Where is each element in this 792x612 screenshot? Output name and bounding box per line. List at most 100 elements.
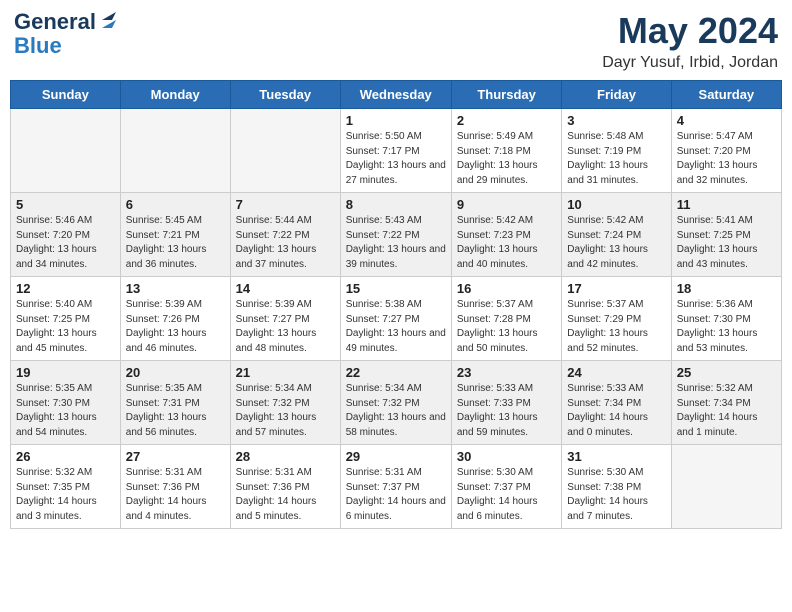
day-number: 26 bbox=[16, 449, 115, 464]
title-block: May 2024 Dayr Yusuf, Irbid, Jordan bbox=[602, 10, 778, 72]
day-info: Sunrise: 5:34 AMSunset: 7:32 PMDaylight:… bbox=[346, 382, 446, 440]
day-info: Sunrise: 5:37 AMSunset: 7:29 PMDaylight:… bbox=[567, 298, 665, 356]
day-number: 31 bbox=[567, 449, 665, 464]
calendar-cell bbox=[230, 109, 340, 193]
calendar-cell: 8Sunrise: 5:43 AMSunset: 7:22 PMDaylight… bbox=[340, 193, 451, 277]
calendar-cell: 7 Sunrise: 5:44 AMSunset: 7:22 PMDaylight… bbox=[230, 193, 340, 277]
day-info: Sunrise: 5:39 AMSunset: 7:26 PMDaylight:… bbox=[126, 298, 225, 356]
weekday-header: Saturday bbox=[671, 81, 781, 109]
calendar-cell bbox=[671, 445, 781, 529]
calendar-cell: 17 Sunrise: 5:37 AMSunset: 7:29 PMDayligh… bbox=[562, 277, 671, 361]
day-info: Sunrise: 5:48 AMSunset: 7:19 PMDaylight:… bbox=[567, 130, 665, 188]
calendar-cell: 25 Sunrise: 5:32 AMSunset: 7:34 PMDayligh… bbox=[671, 361, 781, 445]
day-number: 4 bbox=[677, 113, 776, 128]
day-info: Sunrise: 5:31 AMSunset: 7:36 PMDaylight:… bbox=[236, 466, 335, 524]
day-number: 13 bbox=[126, 281, 225, 296]
day-number: 22 bbox=[346, 365, 446, 380]
day-number: 11 bbox=[677, 197, 776, 212]
day-info: Sunrise: 5:34 AMSunset: 7:32 PMDaylight:… bbox=[236, 382, 335, 440]
day-number: 8 bbox=[346, 197, 446, 212]
day-info: Sunrise: 5:49 AMSunset: 7:18 PMDaylight:… bbox=[457, 130, 556, 188]
calendar-cell: 6Sunrise: 5:45 AMSunset: 7:21 PMDaylight… bbox=[120, 193, 230, 277]
calendar-cell bbox=[120, 109, 230, 193]
day-info: Sunrise: 5:50 AMSunset: 7:17 PMDaylight:… bbox=[346, 130, 446, 188]
calendar-week-row: 12Sunrise: 5:40 AMSunset: 7:25 PMDayligh… bbox=[11, 277, 782, 361]
day-info: Sunrise: 5:31 AMSunset: 7:36 PMDaylight:… bbox=[126, 466, 225, 524]
weekday-header-row: SundayMondayTuesdayWednesdayThursdayFrid… bbox=[11, 81, 782, 109]
calendar-cell: 18 Sunrise: 5:36 AMSunset: 7:30 PMDayligh… bbox=[671, 277, 781, 361]
calendar-cell: 27 Sunrise: 5:31 AMSunset: 7:36 PMDayligh… bbox=[120, 445, 230, 529]
day-info: Sunrise: 5:30 AMSunset: 7:37 PMDaylight:… bbox=[457, 466, 556, 524]
calendar-cell: 21 Sunrise: 5:34 AMSunset: 7:32 PMDayligh… bbox=[230, 361, 340, 445]
day-number: 5 bbox=[16, 197, 115, 212]
logo-blue: Blue bbox=[14, 34, 62, 58]
calendar-cell: 20Sunrise: 5:35 AMSunset: 7:31 PMDayligh… bbox=[120, 361, 230, 445]
calendar-cell: 24 Sunrise: 5:33 AMSunset: 7:34 PMDayligh… bbox=[562, 361, 671, 445]
logo-icon bbox=[98, 10, 120, 32]
calendar-cell: 3 Sunrise: 5:48 AMSunset: 7:19 PMDaylight… bbox=[562, 109, 671, 193]
weekday-header: Monday bbox=[120, 81, 230, 109]
day-info: Sunrise: 5:33 AMSunset: 7:33 PMDaylight:… bbox=[457, 382, 556, 440]
calendar-cell: 14 Sunrise: 5:39 AMSunset: 7:27 PMDayligh… bbox=[230, 277, 340, 361]
day-number: 20 bbox=[126, 365, 225, 380]
calendar-cell: 1 Sunrise: 5:50 AMSunset: 7:17 PMDaylight… bbox=[340, 109, 451, 193]
calendar-cell: 19 Sunrise: 5:35 AMSunset: 7:30 PMDayligh… bbox=[11, 361, 121, 445]
weekday-header: Thursday bbox=[451, 81, 561, 109]
day-number: 9 bbox=[457, 197, 556, 212]
calendar-cell: 29Sunrise: 5:31 AMSunset: 7:37 PMDayligh… bbox=[340, 445, 451, 529]
day-info: Sunrise: 5:31 AMSunset: 7:37 PMDaylight:… bbox=[346, 466, 446, 524]
day-number: 25 bbox=[677, 365, 776, 380]
calendar-cell: 22 Sunrise: 5:34 AMSunset: 7:32 PMDayligh… bbox=[340, 361, 451, 445]
day-info: Sunrise: 5:45 AMSunset: 7:21 PMDaylight:… bbox=[126, 214, 225, 272]
calendar-cell: 4 Sunrise: 5:47 AMSunset: 7:20 PMDaylight… bbox=[671, 109, 781, 193]
day-info: Sunrise: 5:44 AMSunset: 7:22 PMDaylight:… bbox=[236, 214, 335, 272]
day-info: Sunrise: 5:47 AMSunset: 7:20 PMDaylight:… bbox=[677, 130, 776, 188]
day-info: Sunrise: 5:41 AMSunset: 7:25 PMDaylight:… bbox=[677, 214, 776, 272]
day-number: 18 bbox=[677, 281, 776, 296]
day-number: 21 bbox=[236, 365, 335, 380]
day-number: 28 bbox=[236, 449, 335, 464]
calendar-week-row: 5 Sunrise: 5:46 AMSunset: 7:20 PMDaylight… bbox=[11, 193, 782, 277]
calendar-cell: 30 Sunrise: 5:30 AMSunset: 7:37 PMDayligh… bbox=[451, 445, 561, 529]
calendar-cell: 26 Sunrise: 5:32 AMSunset: 7:35 PMDayligh… bbox=[11, 445, 121, 529]
logo: General Blue bbox=[14, 10, 120, 58]
day-info: Sunrise: 5:33 AMSunset: 7:34 PMDaylight:… bbox=[567, 382, 665, 440]
weekday-header: Wednesday bbox=[340, 81, 451, 109]
day-info: Sunrise: 5:37 AMSunset: 7:28 PMDaylight:… bbox=[457, 298, 556, 356]
day-number: 17 bbox=[567, 281, 665, 296]
day-number: 2 bbox=[457, 113, 556, 128]
day-number: 24 bbox=[567, 365, 665, 380]
day-number: 16 bbox=[457, 281, 556, 296]
page-header: General Blue May 2024 Dayr Yusuf, Irbid,… bbox=[10, 10, 782, 72]
day-number: 1 bbox=[346, 113, 446, 128]
weekday-header: Friday bbox=[562, 81, 671, 109]
calendar-cell: 16 Sunrise: 5:37 AMSunset: 7:28 PMDayligh… bbox=[451, 277, 561, 361]
day-info: Sunrise: 5:46 AMSunset: 7:20 PMDaylight:… bbox=[16, 214, 115, 272]
location-subtitle: Dayr Yusuf, Irbid, Jordan bbox=[602, 54, 778, 72]
month-title: May 2024 bbox=[602, 10, 778, 52]
calendar-cell: 12Sunrise: 5:40 AMSunset: 7:25 PMDayligh… bbox=[11, 277, 121, 361]
calendar-cell: 13 Sunrise: 5:39 AMSunset: 7:26 PMDayligh… bbox=[120, 277, 230, 361]
day-info: Sunrise: 5:42 AMSunset: 7:23 PMDaylight:… bbox=[457, 214, 556, 272]
day-number: 30 bbox=[457, 449, 556, 464]
calendar-week-row: 26 Sunrise: 5:32 AMSunset: 7:35 PMDayligh… bbox=[11, 445, 782, 529]
day-number: 7 bbox=[236, 197, 335, 212]
weekday-header: Tuesday bbox=[230, 81, 340, 109]
day-info: Sunrise: 5:32 AMSunset: 7:34 PMDaylight:… bbox=[677, 382, 776, 440]
calendar-cell: 23Sunrise: 5:33 AMSunset: 7:33 PMDayligh… bbox=[451, 361, 561, 445]
day-number: 3 bbox=[567, 113, 665, 128]
weekday-header: Sunday bbox=[11, 81, 121, 109]
day-number: 27 bbox=[126, 449, 225, 464]
calendar-cell: 2 Sunrise: 5:49 AMSunset: 7:18 PMDaylight… bbox=[451, 109, 561, 193]
day-number: 10 bbox=[567, 197, 665, 212]
day-number: 19 bbox=[16, 365, 115, 380]
calendar-week-row: 19 Sunrise: 5:35 AMSunset: 7:30 PMDayligh… bbox=[11, 361, 782, 445]
day-info: Sunrise: 5:35 AMSunset: 7:30 PMDaylight:… bbox=[16, 382, 115, 440]
day-number: 14 bbox=[236, 281, 335, 296]
day-info: Sunrise: 5:39 AMSunset: 7:27 PMDaylight:… bbox=[236, 298, 335, 356]
calendar-cell: 9 Sunrise: 5:42 AMSunset: 7:23 PMDaylight… bbox=[451, 193, 561, 277]
day-info: Sunrise: 5:36 AMSunset: 7:30 PMDaylight:… bbox=[677, 298, 776, 356]
calendar-cell: 5 Sunrise: 5:46 AMSunset: 7:20 PMDaylight… bbox=[11, 193, 121, 277]
day-info: Sunrise: 5:32 AMSunset: 7:35 PMDaylight:… bbox=[16, 466, 115, 524]
calendar-cell bbox=[11, 109, 121, 193]
